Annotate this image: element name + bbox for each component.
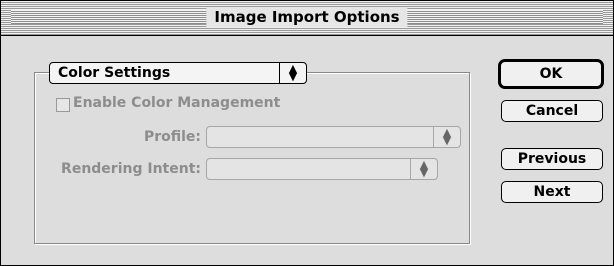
dialog-window: Image Import Options Color Settings ▲ ▼ E… xyxy=(0,0,614,266)
popup-arrows-icon: ▲ ▼ xyxy=(279,63,306,83)
popup-arrows-icon: ▲ ▼ xyxy=(433,127,460,147)
rendering-intent-popup[interactable]: ▲ ▼ xyxy=(206,158,438,180)
popup-arrows-icon: ▲ ▼ xyxy=(410,159,437,179)
color-settings-popup-label: Color Settings xyxy=(58,65,171,81)
cancel-button[interactable]: Cancel xyxy=(501,100,603,122)
window-title: Image Import Options xyxy=(206,7,408,27)
ok-button[interactable]: OK xyxy=(498,59,604,89)
next-button[interactable]: Next xyxy=(501,181,603,203)
profile-popup[interactable]: ▲ ▼ xyxy=(206,126,461,148)
color-settings-popup[interactable]: Color Settings ▲ ▼ xyxy=(49,62,307,84)
profile-label: Profile: xyxy=(143,129,201,145)
previous-button[interactable]: Previous xyxy=(501,148,603,170)
enable-color-management-checkbox[interactable] xyxy=(56,98,70,112)
rendering-intent-label: Rendering Intent: xyxy=(61,161,201,177)
title-bar[interactable]: Image Import Options xyxy=(1,1,613,36)
enable-color-management-label: Enable Color Management xyxy=(73,95,281,111)
